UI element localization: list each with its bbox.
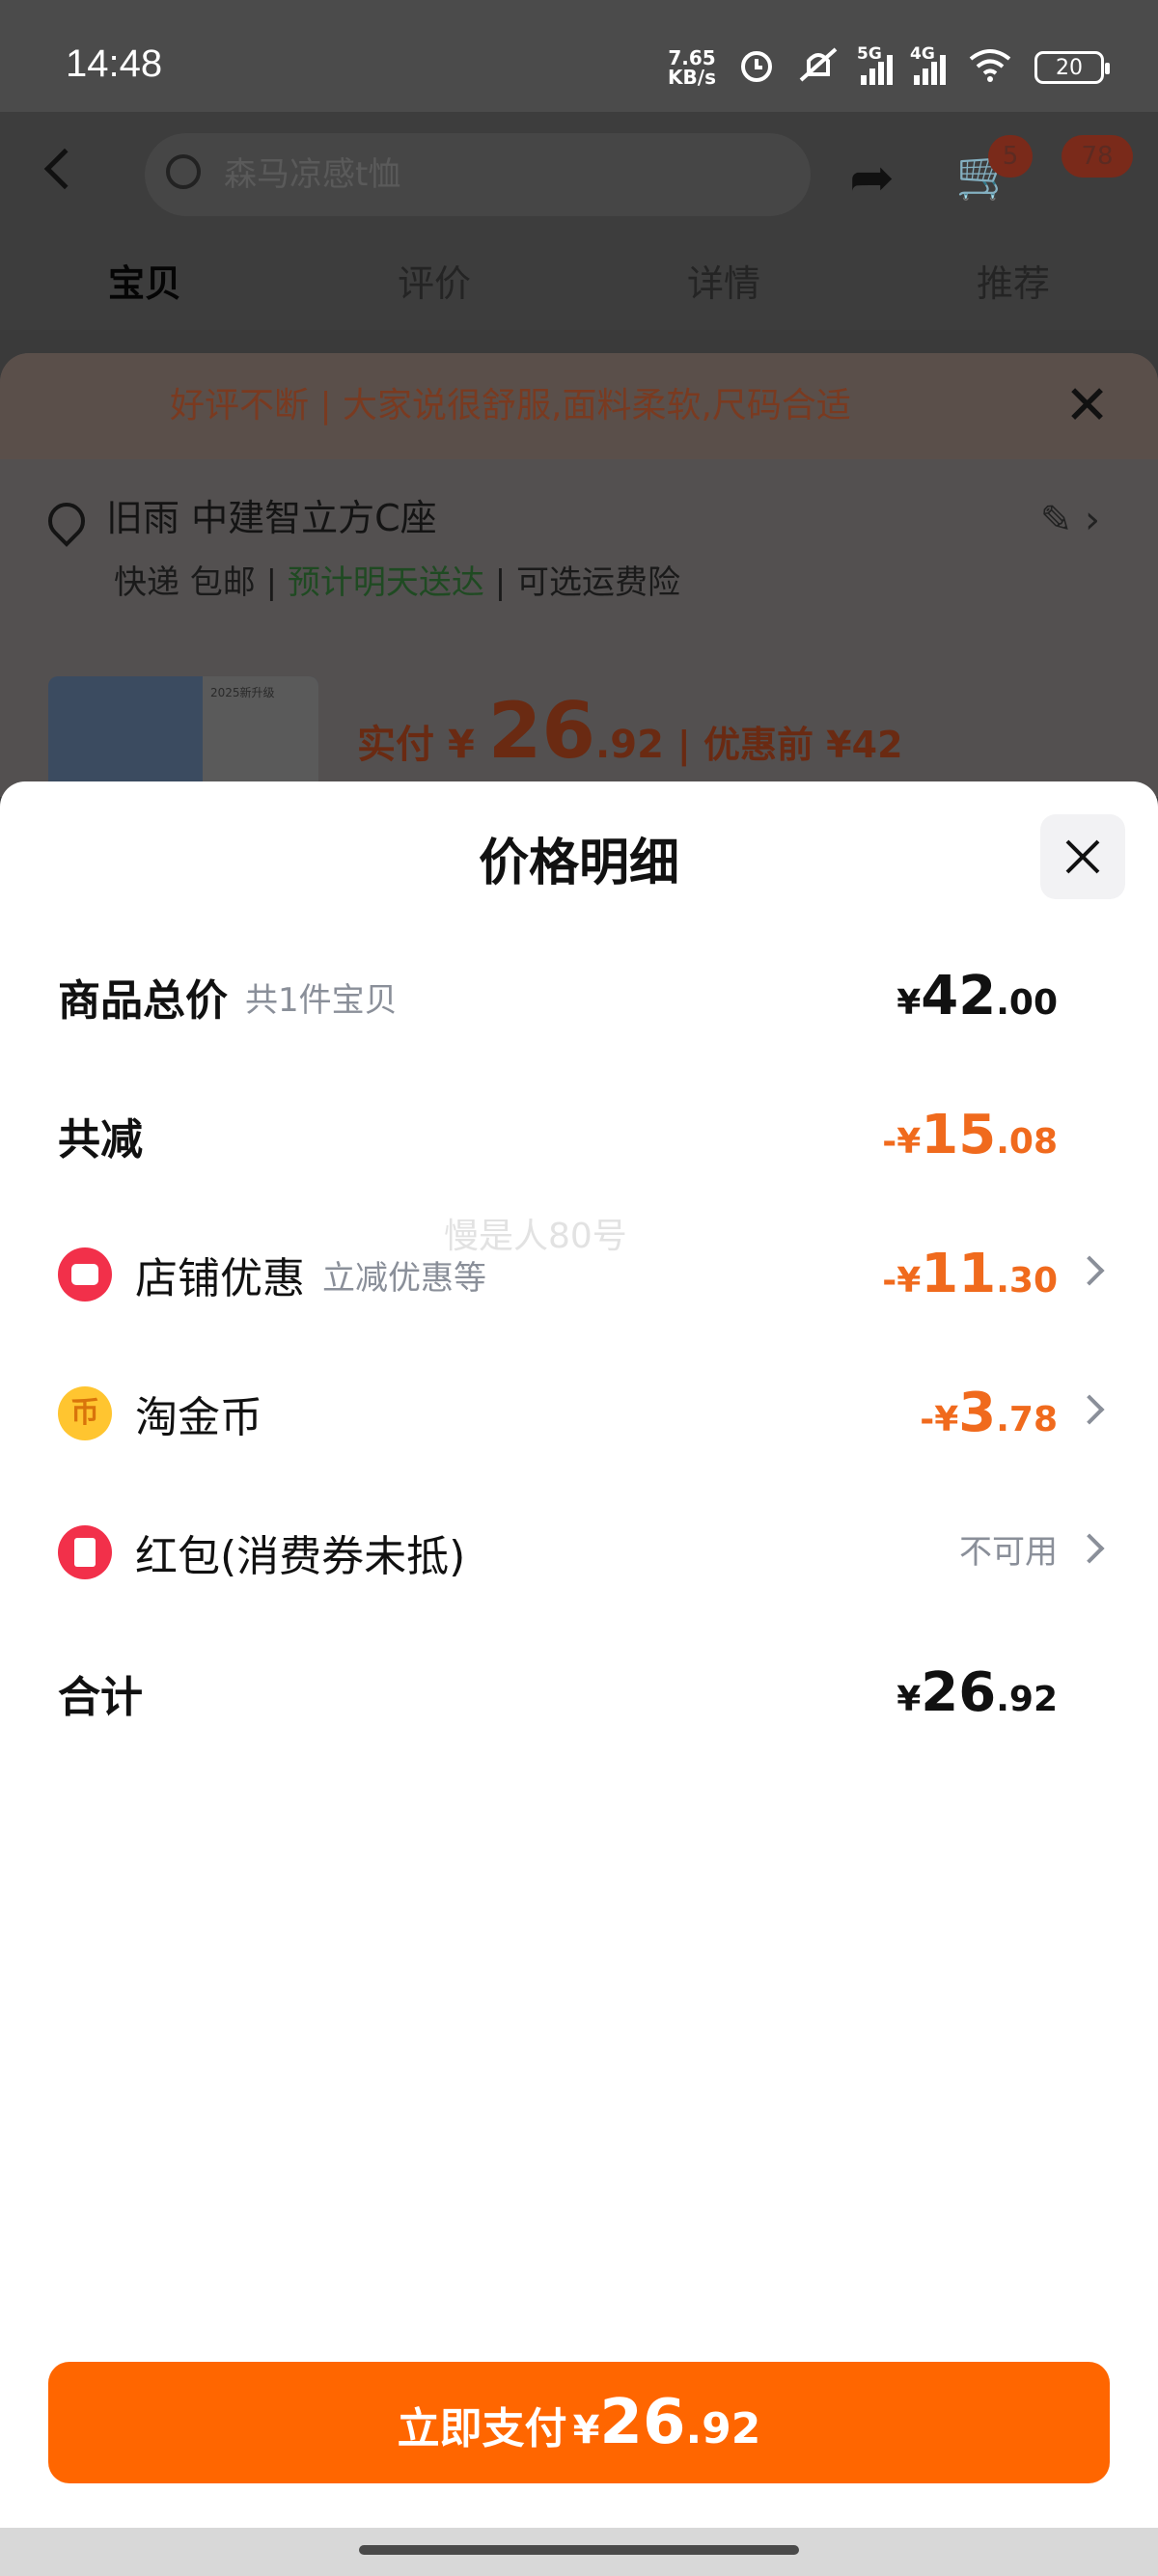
row-shop-discount[interactable]: 店铺优惠 立减优惠等 -¥ 11.30 [58, 1231, 1105, 1318]
signal-4g-icon: 4G [910, 44, 946, 85]
address-line[interactable]: 旧雨 中建智立方C座 [41, 488, 437, 547]
mute-icon [797, 45, 840, 90]
search-icon [166, 154, 201, 189]
row-total-price: 商品总价 共1件宝贝 ¥42.00 [58, 953, 1100, 1040]
more-badge: 78 [1062, 135, 1133, 178]
red-packet-icon [58, 1525, 112, 1579]
amount-total-discount: -¥ 15.08 [882, 1104, 1058, 1166]
amount-taojinbi: -¥ 3.78 [920, 1382, 1058, 1444]
shop-icon [58, 1247, 112, 1302]
back-arrow-icon[interactable] [43, 148, 86, 190]
sheet-title: 价格明细 [478, 835, 679, 892]
close-button[interactable] [1040, 814, 1125, 899]
tab-reviews[interactable]: 评价 [290, 237, 579, 330]
edit-address-icon[interactable]: ✎ › [1040, 498, 1100, 542]
net-speed: 7.65 KB/s [668, 46, 716, 89]
share-icon[interactable]: ➦ [849, 147, 895, 209]
product-tabs: 宝贝 评价 详情 推荐 [0, 237, 1158, 330]
red-packet-status: 不可用 [959, 1533, 1058, 1572]
amount-total-price: ¥42.00 [896, 965, 1058, 1028]
row-taojinbi[interactable]: 币 淘金币 -¥ 3.78 [58, 1370, 1105, 1457]
row-total-discount: 共减 -¥ 15.08 [58, 1092, 1100, 1179]
chevron-right-icon [1074, 1533, 1105, 1564]
home-indicator[interactable] [359, 2545, 799, 2555]
status-time: 14:48 [66, 42, 163, 85]
status-bar: 14:48 7.65 KB/s 5G 4G 20 [0, 0, 1158, 112]
shipping-info: 快递 包邮 | 预计明天送达 | 可选运费险 [114, 563, 680, 602]
chevron-right-icon [1074, 1394, 1105, 1425]
tab-baobei[interactable]: 宝贝 [0, 237, 290, 330]
wifi-icon [967, 45, 1013, 90]
location-pin-icon [41, 494, 93, 547]
pay-now-button[interactable]: 立即支付 ¥ 26 .92 [48, 2362, 1110, 2483]
product-price: 实付 ¥ 26.92 | 优惠前 ¥42 [357, 686, 903, 776]
status-icons: 7.65 KB/s 5G 4G 20 [668, 42, 1110, 93]
system-nav-bar [0, 2528, 1158, 2576]
price-detail-sheet: 价格明细 商品总价 共1件宝贝 ¥42.00 共减 -¥ 15.08 慢是人80号… [0, 781, 1158, 2528]
amount-shop-discount: -¥ 11.30 [882, 1243, 1058, 1305]
tab-details[interactable]: 详情 [579, 237, 868, 330]
cart-badge: 5 [988, 135, 1033, 178]
coin-icon: 币 [58, 1386, 112, 1440]
search-input[interactable]: 森马凉感t恤 [145, 133, 811, 216]
signal-5g-icon: 5G [857, 44, 893, 85]
row-grand-total: 合计 ¥26.92 [58, 1650, 1100, 1737]
close-icon[interactable]: ✕ [1064, 353, 1110, 459]
row-red-packet[interactable]: 红包(消费券未抵) 不可用 [58, 1509, 1105, 1596]
close-icon [1065, 839, 1100, 874]
background-product-page: 森马凉感t恤 ➦ 🛒 5 78 宝贝 评价 详情 推荐 好评不断 | 大家说很舒… [0, 112, 1158, 802]
alarm-icon [737, 45, 776, 90]
chevron-right-icon [1074, 1255, 1105, 1286]
review-banner: 好评不断 | 大家说很舒服,面料柔软,尺码合适 ✕ [0, 353, 1158, 459]
battery-icon: 20 [1034, 51, 1110, 84]
order-card: 好评不断 | 大家说很舒服,面料柔软,尺码合适 ✕ 旧雨 中建智立方C座 ✎ ›… [0, 353, 1158, 802]
amount-grand-total: ¥26.92 [896, 1661, 1058, 1724]
top-nav: 森马凉感t恤 ➦ 🛒 5 78 [0, 112, 1158, 237]
tab-recommend[interactable]: 推荐 [868, 237, 1158, 330]
